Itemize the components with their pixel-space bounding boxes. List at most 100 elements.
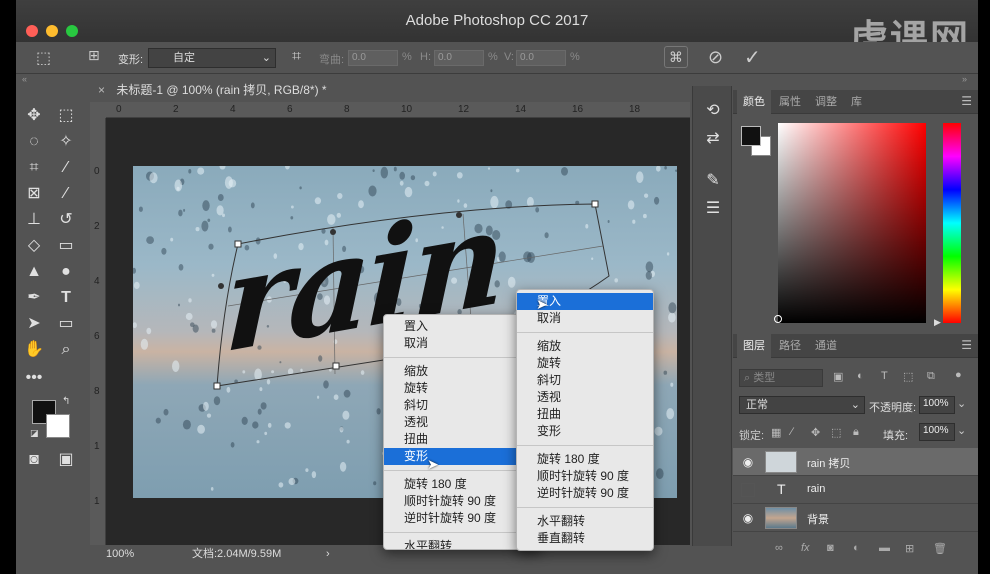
layer-row[interactable]: Train <box>733 476 978 504</box>
actions-panel-icon[interactable]: ⇄ <box>701 128 725 150</box>
menu-item[interactable]: 逆时针旋转 90 度 <box>517 485 653 502</box>
panel-menu-icon[interactable]: ☰ <box>961 94 972 108</box>
tab-adjustments[interactable]: 调整 <box>809 90 843 114</box>
status-arrow-icon[interactable]: › <box>326 545 330 563</box>
lock-position-icon[interactable]: ✥ <box>811 426 820 439</box>
gradient-tool-icon[interactable]: ▭ <box>54 235 78 257</box>
delete-layer-icon[interactable]: 🗑︎ <box>933 542 947 555</box>
layer-style-icon[interactable]: fx <box>801 542 810 554</box>
brush-presets-icon[interactable]: ☰ <box>701 198 725 220</box>
move-tool-icon[interactable]: ✥ <box>22 105 46 127</box>
hue-slider-marker[interactable]: ▶ <box>934 317 941 328</box>
fill-input[interactable]: 100% <box>919 423 955 441</box>
minimize-window-button[interactable] <box>46 25 58 37</box>
ruler-corner[interactable] <box>90 102 106 118</box>
link-layers-icon[interactable]: ∞ <box>775 542 783 554</box>
quick-mask-icon[interactable]: ◙ <box>22 449 46 471</box>
layer-row[interactable]: ◉ 背景 <box>733 504 978 532</box>
swap-colors-icon[interactable]: ↰ <box>62 396 70 407</box>
menu-item[interactable]: 斜切 <box>517 372 653 389</box>
eraser-tool-icon[interactable]: ◇ <box>22 235 46 257</box>
close-tab-icon[interactable]: × <box>98 83 105 97</box>
tab-color[interactable]: 颜色 <box>737 90 771 114</box>
menu-item[interactable]: 顺时针旋转 90 度 <box>517 468 653 485</box>
hand-tool-icon[interactable]: ✋ <box>22 339 46 361</box>
tab-layers[interactable]: 图层 <box>737 334 771 358</box>
layer-row[interactable]: ◉ rain 拷贝 <box>733 448 978 476</box>
path-selection-tool-icon[interactable]: ➤ <box>22 313 46 335</box>
warp-orientation-icon[interactable]: ⌗ <box>292 48 301 66</box>
screen-mode-icon[interactable]: ▣ <box>54 449 78 471</box>
add-mask-icon[interactable]: ◙ <box>827 542 834 554</box>
menu-item[interactable]: 透视 <box>517 389 653 406</box>
bend-input[interactable]: 0.0 <box>348 50 398 66</box>
fill-chevron-icon[interactable]: ⌄ <box>957 424 966 437</box>
background-color-swatch[interactable] <box>46 414 70 438</box>
lasso-tool-icon[interactable]: ◌ <box>22 131 46 153</box>
panel-foreground-swatch[interactable] <box>741 126 761 146</box>
opacity-chevron-icon[interactable]: ⌄ <box>957 397 966 410</box>
color-picker-field[interactable] <box>778 123 926 323</box>
menu-item[interactable]: 变形 <box>517 423 653 440</box>
history-panel-icon[interactable]: ⟲ <box>701 100 725 122</box>
zoom-level[interactable]: 100% <box>106 545 134 563</box>
h-distortion-input[interactable]: 0.0 <box>434 50 484 66</box>
layer-filter-select[interactable]: ⌕ 类型 <box>739 369 823 387</box>
cancel-transform-icon[interactable]: ⊘ <box>708 47 723 68</box>
warp-style-select[interactable]: 自定 ⌄ <box>148 48 276 68</box>
eye-icon[interactable]: ◉ <box>741 511 755 525</box>
close-window-button[interactable] <box>26 25 38 37</box>
filter-pixel-icon[interactable]: ▣ <box>833 370 843 383</box>
transform-tool-icon[interactable]: ⬚ <box>36 48 51 68</box>
reference-point-icon[interactable]: ⊞ <box>88 47 100 64</box>
history-brush-tool-icon[interactable]: ↺ <box>54 209 78 231</box>
blur-tool-icon[interactable]: ▲ <box>22 261 46 283</box>
document-tab[interactable]: × 未标题-1 @ 100% (rain 拷贝, RGB/8*) * <box>90 78 352 102</box>
lock-transparency-icon[interactable]: ▦ <box>771 426 781 439</box>
filter-adjustment-icon[interactable]: ◐ <box>857 370 864 382</box>
tab-properties[interactable]: 属性 <box>773 90 807 114</box>
collapse-panels-icon[interactable]: » <box>962 74 967 86</box>
puppet-warp-icon[interactable]: ⌘ <box>664 46 688 68</box>
tab-channels[interactable]: 通道 <box>809 334 843 358</box>
new-layer-icon[interactable]: ⊞ <box>905 542 914 555</box>
blend-mode-select[interactable]: 正常 ⌄ <box>739 396 865 414</box>
menu-item[interactable]: 垂直翻转 <box>517 530 653 547</box>
tab-libraries[interactable]: 库 <box>845 90 868 114</box>
menu-item[interactable]: 缩放 <box>517 338 653 355</box>
menu-item[interactable]: 水平翻转 <box>517 513 653 530</box>
menu-item[interactable]: 扭曲 <box>517 406 653 423</box>
rectangle-tool-icon[interactable]: ▭ <box>54 313 78 335</box>
menu-item[interactable]: 旋转 180 度 <box>517 451 653 468</box>
pen-tool-icon[interactable]: ✒ <box>22 287 46 309</box>
stamp-tool-icon[interactable]: ⊥ <box>22 209 46 231</box>
new-group-icon[interactable]: ▬ <box>879 542 890 554</box>
zoom-tool-icon[interactable]: ⌕ <box>54 339 78 361</box>
marquee-tool-icon[interactable]: ⬚ <box>54 105 78 127</box>
filter-smart-icon[interactable]: ⧉ <box>927 370 935 383</box>
more-tools-icon[interactable]: ••• <box>22 367 46 389</box>
horizontal-ruler[interactable]: 0 2 4 6 8 10 12 14 16 18 <box>106 102 690 118</box>
lock-artboard-icon[interactable]: ⬚ <box>831 426 841 439</box>
dodge-tool-icon[interactable]: ● <box>54 261 78 283</box>
type-tool-icon[interactable]: T <box>54 287 78 309</box>
brush-panel-icon[interactable]: ✎ <box>701 170 725 192</box>
v-distortion-input[interactable]: 0.0 <box>516 50 566 66</box>
opacity-input[interactable]: 100% <box>919 396 955 414</box>
brush-tool-icon[interactable]: ∕ <box>54 183 78 205</box>
visibility-toggle[interactable] <box>741 483 755 497</box>
filter-toggle-icon[interactable]: ● <box>955 369 962 381</box>
menu-item[interactable]: 旋转 <box>517 355 653 372</box>
filter-type-icon[interactable]: T <box>881 370 888 382</box>
eyedropper-tool-icon[interactable]: ⁄ <box>54 157 78 179</box>
magic-wand-tool-icon[interactable]: ✧ <box>54 131 78 153</box>
layers-panel-menu-icon[interactable]: ☰ <box>961 338 972 352</box>
vertical-ruler[interactable]: 02468112 <box>90 118 106 546</box>
collapse-toolbar-icon[interactable]: « <box>22 74 27 86</box>
crop-tool-icon[interactable]: ⌗ <box>22 157 46 179</box>
commit-transform-icon[interactable]: ✓ <box>744 45 761 70</box>
filter-shape-icon[interactable]: ⬚ <box>903 370 913 383</box>
maximize-window-button[interactable] <box>66 25 78 37</box>
lock-pixels-icon[interactable]: ∕ <box>791 426 793 438</box>
eye-icon[interactable]: ◉ <box>741 455 755 469</box>
